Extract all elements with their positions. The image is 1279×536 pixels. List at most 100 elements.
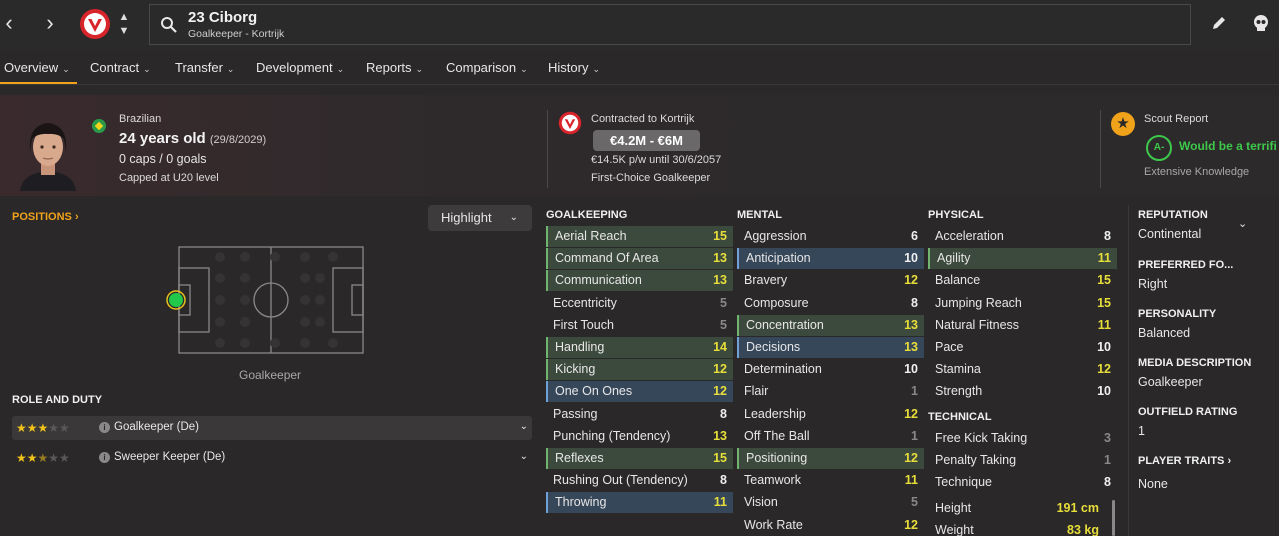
attribute-row[interactable]: Work Rate 12 [737, 515, 924, 536]
personality-value: Balanced [1138, 326, 1191, 340]
international-caps: 0 caps / 0 goals [119, 152, 207, 166]
attribute-name: Height [935, 501, 972, 515]
attribute-row[interactable]: Bravery 12 [737, 270, 924, 291]
attribute-name: Strength [935, 384, 983, 399]
attribute-row[interactable]: Kicking 12 [546, 359, 733, 381]
attribute-value: 13 [904, 340, 918, 354]
attribute-row[interactable]: Penalty Taking 1 [928, 450, 1117, 471]
attribute-row[interactable]: Reflexes 15 [546, 448, 733, 469]
outfield-rating-value: 1 [1138, 424, 1145, 438]
info-icon[interactable]: i [99, 422, 110, 433]
attribute-row[interactable]: Aerial Reach 15 [546, 226, 733, 247]
attribute-row[interactable]: Decisions 13 [737, 337, 924, 358]
club-crest-icon[interactable] [79, 8, 111, 40]
attribute-row[interactable]: Leadership 12 [737, 404, 924, 425]
chevron-down-icon[interactable]: ⌄ [1238, 217, 1247, 230]
attribute-row[interactable]: Balance 15 [928, 270, 1117, 291]
nationality: Brazilian [119, 113, 162, 125]
attribute-row[interactable]: First Touch 5 [546, 315, 733, 336]
tab-reports[interactable]: Reports ⌄ [366, 60, 423, 75]
attribute-value: 10 [1097, 384, 1111, 399]
chevron-down-icon[interactable]: ▼ [117, 25, 131, 37]
scout-report-label[interactable]: Scout Report [1144, 113, 1208, 125]
attribute-row[interactable]: Rushing Out (Tendency) 8 [546, 470, 733, 491]
tab-development[interactable]: Development ⌄ [256, 60, 344, 75]
attribute-row[interactable]: Pace 10 [928, 337, 1117, 358]
attribute-value: 15 [713, 229, 727, 243]
info-icon[interactable]: i [99, 452, 110, 463]
scrollbar-thumb[interactable] [1112, 500, 1115, 536]
attribute-row[interactable]: Stamina 12 [928, 359, 1117, 380]
attribute-row[interactable]: Free Kick Taking 3 [928, 428, 1117, 449]
attribute-row[interactable]: Composure 8 [737, 293, 924, 314]
positions-link[interactable]: POSITIONS › [12, 211, 79, 223]
goalkeeping-heading: GOALKEEPING [546, 209, 628, 221]
forward-arrow-icon[interactable]: › [41, 12, 59, 34]
tab-contract[interactable]: Contract ⌄ [90, 60, 151, 75]
player-search-box[interactable]: 23 Ciborg Goalkeeper - Kortrijk [149, 4, 1191, 45]
attribute-row[interactable]: Weight 83 kg [928, 520, 1105, 536]
attribute-row[interactable]: Strength 10 [928, 381, 1117, 402]
attribute-row[interactable]: Off The Ball 1 [737, 426, 924, 447]
chevron-down-icon[interactable]: ⌄ [520, 421, 528, 432]
attribute-row[interactable]: Command Of Area 13 [546, 248, 733, 270]
edit-pencil-icon[interactable] [1209, 13, 1229, 33]
attribute-name: Anticipation [746, 251, 811, 266]
attribute-row[interactable]: Concentration 13 [737, 314, 924, 336]
attribute-value: 8 [911, 295, 918, 310]
attribute-row[interactable]: Height 191 cm [928, 498, 1105, 519]
tab-divider [0, 84, 1279, 85]
back-arrow-icon[interactable]: ‹ [0, 12, 18, 34]
attribute-row[interactable]: Flair 1 [737, 381, 924, 402]
chevron-up-icon[interactable]: ▲ [117, 11, 131, 23]
tab-overview[interactable]: Overview ⌄ [4, 60, 70, 75]
date-of-birth: (29/8/2029) [209, 134, 267, 146]
attribute-row[interactable]: Vision 5 [737, 492, 924, 513]
attribute-name: Positioning [746, 451, 808, 465]
preferred-foot-value: Right [1138, 277, 1168, 291]
attribute-row[interactable]: Positioning 12 [737, 448, 924, 469]
attribute-row[interactable]: Eccentricity 5 [546, 293, 733, 314]
attribute-row[interactable]: Aggression 6 [737, 226, 924, 247]
attribute-name: Leadership [744, 406, 806, 421]
attribute-value: 8 [720, 406, 727, 421]
chevron-down-icon[interactable]: ⌄ [520, 451, 528, 462]
attribute-value: 1 [911, 384, 918, 399]
attribute-value: 10 [1097, 340, 1111, 354]
tab-history[interactable]: History ⌄ [548, 60, 600, 75]
role-row[interactable]: ★★★★★ i Goalkeeper (De) ⌄ [12, 416, 532, 440]
transfer-value-badge[interactable]: €4.2M - €6M [593, 130, 700, 151]
attribute-row[interactable]: Anticipation 10 [737, 248, 924, 270]
attribute-row[interactable]: Determination 10 [737, 359, 924, 380]
attribute-row[interactable]: Jumping Reach 15 [928, 293, 1117, 314]
scout-verdict: Would be a terrifi [1179, 139, 1277, 153]
attribute-value: 15 [713, 451, 727, 465]
attribute-value: 15 [1097, 295, 1111, 310]
attribute-row[interactable]: Teamwork 11 [737, 470, 924, 491]
attribute-row[interactable]: Punching (Tendency) 13 [546, 426, 733, 447]
skull-icon[interactable] [1251, 13, 1271, 33]
attribute-name: Off The Ball [744, 428, 810, 443]
highlight-dropdown[interactable]: Highlight ⌄ [428, 205, 532, 231]
attribute-row[interactable]: Passing 8 [546, 404, 733, 425]
attribute-name: Rushing Out (Tendency) [553, 473, 688, 488]
attribute-row[interactable]: Throwing 11 [546, 492, 733, 514]
attribute-row[interactable]: Communication 13 [546, 270, 733, 292]
role-row[interactable]: ★★★★★ i Sweeper Keeper (De) ⌄ [12, 446, 532, 470]
tab-comparison[interactable]: Comparison ⌄ [446, 60, 528, 75]
attribute-name: Bravery [744, 273, 788, 288]
attribute-row[interactable]: One On Ones 12 [546, 381, 733, 403]
player-traits-value: None [1138, 477, 1168, 491]
attribute-row[interactable]: Handling 14 [546, 337, 733, 358]
attribute-name: Reflexes [555, 451, 604, 465]
attribute-row[interactable]: Agility 11 [928, 248, 1117, 270]
attribute-value: 13 [904, 317, 918, 332]
top-bar: ‹ › ▲ ▼ 23 Ciborg Goalkeeper - Kortrijk [0, 0, 1279, 50]
tab-transfer[interactable]: Transfer ⌄ [175, 60, 234, 75]
player-traits-link[interactable]: PLAYER TRAITS › [1138, 455, 1231, 467]
attribute-row[interactable]: Technique 8 [928, 472, 1117, 493]
attribute-row[interactable]: Natural Fitness 11 [928, 315, 1117, 336]
squad-status: First-Choice Goalkeeper [591, 172, 711, 184]
attribute-row[interactable]: Acceleration 8 [928, 226, 1117, 247]
attribute-value: 12 [904, 517, 918, 532]
